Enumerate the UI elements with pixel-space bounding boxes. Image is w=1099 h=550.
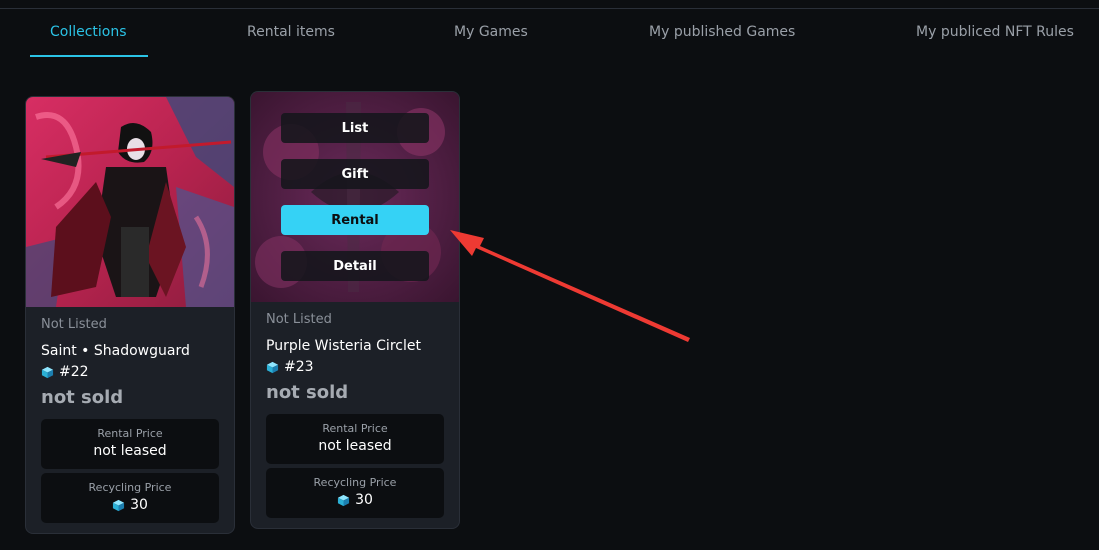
tab-bar: Collections Rental items My Games My pub… [0, 0, 1099, 60]
rental-price-label: Rental Price [322, 422, 388, 435]
listing-status: Not Listed [266, 312, 332, 327]
detail-button[interactable]: Detail [281, 251, 429, 281]
recycling-price-box: Recycling Price 30 [266, 468, 444, 518]
tab-my-published-games[interactable]: My published Games [649, 24, 795, 40]
cube-icon [113, 499, 125, 511]
cube-icon [338, 494, 350, 506]
recycling-price-label: Recycling Price [313, 476, 397, 489]
rental-button[interactable]: Rental [281, 205, 429, 235]
nft-artwork-image[interactable] [26, 97, 234, 307]
nft-name: Saint • Shadowguard [41, 343, 190, 359]
tab-collections[interactable]: Collections [50, 24, 127, 40]
token-id-row: #22 [41, 364, 89, 380]
token-id: #23 [284, 359, 314, 375]
rental-price-box: Rental Price not leased [41, 419, 219, 469]
nft-card[interactable]: List Gift Rental Detail Not Listed Purpl… [250, 91, 460, 529]
sale-status: not sold [41, 387, 124, 408]
token-id-row: #23 [266, 359, 314, 375]
nft-name: Purple Wisteria Circlet [266, 338, 421, 354]
recycling-price-value: 30 [130, 497, 148, 513]
active-tab-indicator [30, 55, 148, 57]
recycling-price-label: Recycling Price [88, 481, 172, 494]
sale-status: not sold [266, 382, 349, 403]
rental-price-value: not leased [318, 438, 392, 454]
recycling-price-value: 30 [355, 492, 373, 508]
listing-status: Not Listed [41, 317, 107, 332]
gift-button[interactable]: Gift [281, 159, 429, 189]
rental-price-label: Rental Price [97, 427, 163, 440]
recycling-price-row: 30 [41, 497, 219, 513]
tab-my-games[interactable]: My Games [454, 24, 528, 40]
recycling-price-box: Recycling Price 30 [41, 473, 219, 523]
cube-icon [266, 361, 279, 373]
list-button[interactable]: List [281, 113, 429, 143]
rental-price-value: not leased [93, 443, 167, 459]
recycling-price-row: 30 [266, 492, 444, 508]
cube-icon [41, 366, 54, 378]
nft-card[interactable]: Not Listed Saint • Shadowguard #22 not s… [25, 96, 235, 534]
tab-rental-items[interactable]: Rental items [247, 24, 335, 40]
rental-price-box: Rental Price not leased [266, 414, 444, 464]
token-id: #22 [59, 364, 89, 380]
tab-my-publiced-nft-rules[interactable]: My publiced NFT Rules [916, 24, 1074, 40]
